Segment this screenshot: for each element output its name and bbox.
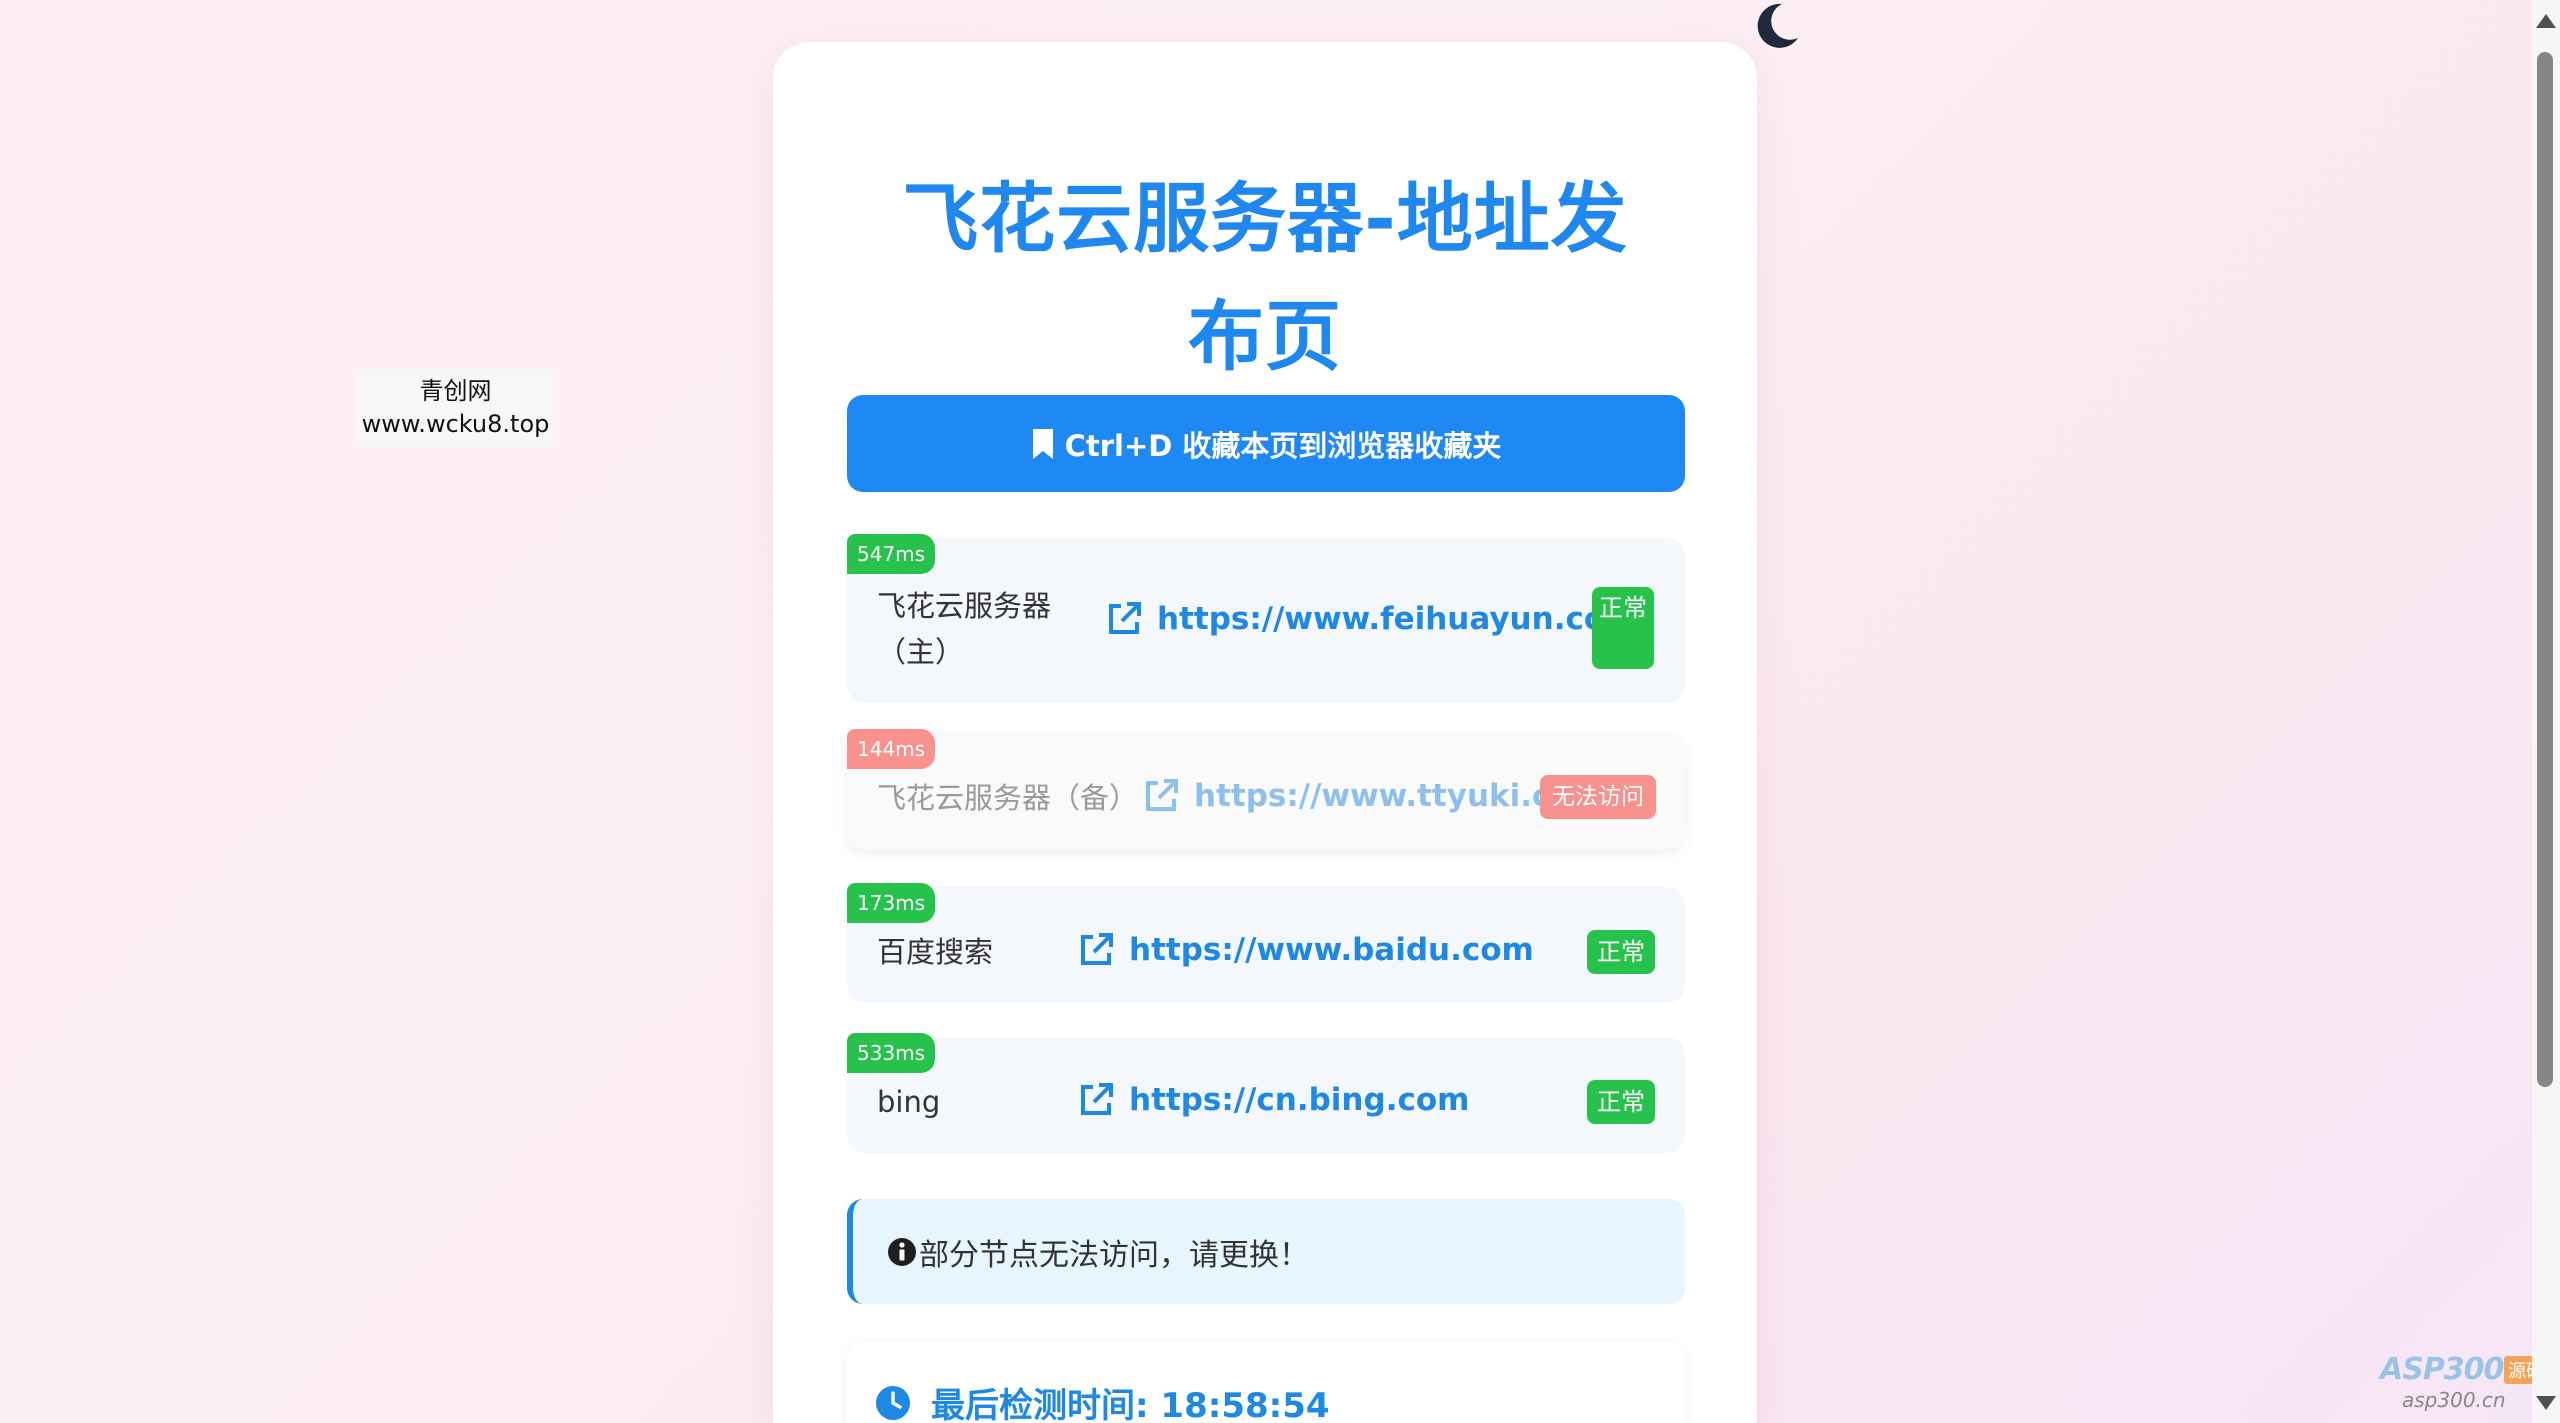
side-ad-title: 青创网 xyxy=(419,377,492,405)
bookmark-button-label: Ctrl+D 收藏本页到浏览器收藏夹 xyxy=(1064,428,1502,463)
node-item: 547ms 飞花云服务器（主） https://www.feihuayun.co… xyxy=(847,534,1685,703)
external-link-icon xyxy=(1109,602,1141,634)
info-circle-icon xyxy=(888,1237,916,1266)
notice-banner: 部分节点无法访问，请更换！ xyxy=(847,1199,1685,1304)
bookmark-icon xyxy=(1032,428,1053,459)
latency-badge: 144ms xyxy=(847,729,936,769)
side-advertisement[interactable]: 青创网 www.wcku8.top xyxy=(358,369,553,447)
node-item: 144ms 飞花云服务器（备） https://www.ttyuki.cn 无法… xyxy=(847,729,1685,849)
last-check-card: 最后检测时间: 18:58:54 xyxy=(847,1342,1685,1423)
theme-toggle-button[interactable] xyxy=(1752,0,1800,52)
status-badge: 正常 xyxy=(1587,930,1655,974)
last-check-time: 最后检测时间: 18:58:54 xyxy=(875,1378,1330,1423)
node-item: 173ms 百度搜索 https://www.baidu.com 正常 xyxy=(847,883,1685,1003)
scroll-up-arrow[interactable] xyxy=(2536,14,2556,28)
external-link-icon xyxy=(1146,779,1178,811)
last-check-label: 最后检测时间: 18:58:54 xyxy=(931,1386,1330,1423)
node-url: https://cn.bing.com xyxy=(1129,1082,1470,1118)
node-name: 飞花云服务器（备） xyxy=(877,781,1139,815)
latency-badge: 533ms xyxy=(847,1033,936,1073)
node-url: https://www.feihuayun.com xyxy=(1157,601,1638,637)
watermark-url: asp300.cn xyxy=(2402,1388,2506,1412)
node-link[interactable]: https://www.feihuayun.com xyxy=(1105,600,1637,638)
node-link[interactable]: https://www.ttyuki.cn xyxy=(1142,777,1572,815)
clock-icon xyxy=(876,1385,910,1420)
status-badge: 正常 xyxy=(1587,1080,1655,1124)
scrollbar-thumb[interactable] xyxy=(2537,52,2553,1087)
external-link-icon xyxy=(1081,1083,1113,1115)
status-badge: 正常 xyxy=(1592,587,1654,669)
node-item: 533ms bing https://cn.bing.com 正常 xyxy=(847,1033,1685,1153)
node-url: https://www.ttyuki.cn xyxy=(1194,778,1573,814)
moon-icon xyxy=(1757,3,1798,48)
side-ad-url: www.wcku8.top xyxy=(361,410,550,438)
watermark-logo: ASP300 xyxy=(2380,1352,2504,1387)
page-title: 飞花云服务器-地址发布页 xyxy=(902,174,1628,381)
node-name: 飞花云服务器（主） xyxy=(877,589,1052,669)
latency-badge: 547ms xyxy=(847,534,936,574)
node-name: 百度搜索 xyxy=(877,935,994,969)
status-badge: 无法访问 xyxy=(1540,775,1656,819)
scroll-down-arrow[interactable] xyxy=(2536,1396,2556,1410)
notice-text: 部分节点无法访问，请更换！ xyxy=(919,1237,1309,1273)
bookmark-button[interactable]: Ctrl+D 收藏本页到浏览器收藏夹 xyxy=(847,395,1685,492)
node-url: https://www.baidu.com xyxy=(1129,932,1534,968)
latency-badge: 173ms xyxy=(847,883,936,923)
node-link[interactable]: https://www.baidu.com xyxy=(1077,931,1534,969)
node-name: bing xyxy=(877,1085,941,1119)
node-link[interactable]: https://cn.bing.com xyxy=(1077,1081,1469,1119)
external-link-icon xyxy=(1081,933,1113,965)
